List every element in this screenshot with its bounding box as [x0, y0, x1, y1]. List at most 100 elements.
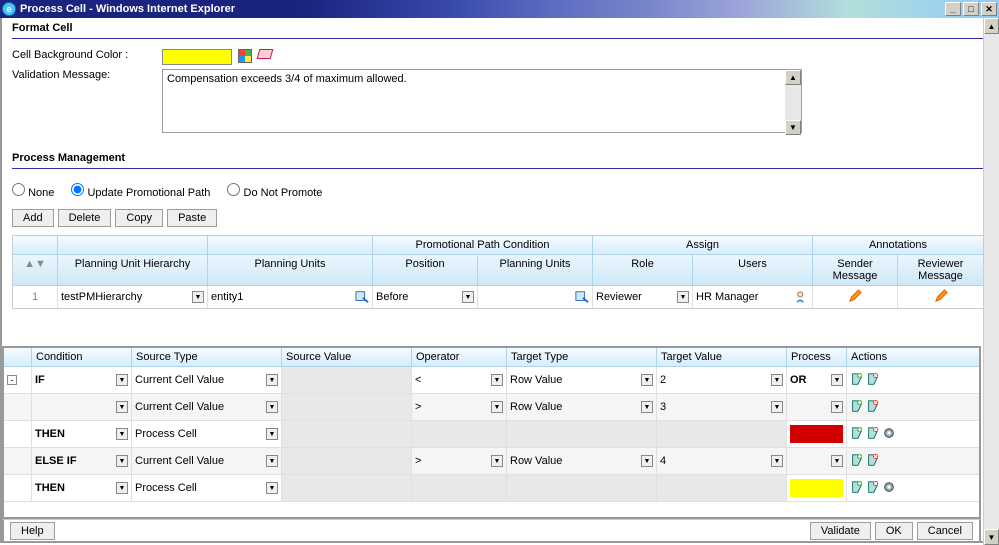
cell-source-value[interactable]: [282, 394, 412, 420]
process-color-swatch[interactable]: [790, 425, 843, 443]
col-process[interactable]: Process: [787, 348, 847, 366]
action-del-icon[interactable]: [866, 399, 880, 416]
palette-icon[interactable]: [238, 49, 252, 63]
cell-condition[interactable]: ▼: [32, 394, 132, 420]
cell-pu[interactable]: entity1: [208, 286, 373, 308]
dropdown-icon[interactable]: ▼: [116, 374, 128, 386]
dropdown-icon[interactable]: ▼: [266, 455, 278, 467]
dropdown-icon[interactable]: ▼: [641, 401, 653, 413]
col-source-type[interactable]: Source Type: [132, 348, 282, 366]
cell-target-type[interactable]: Row Value▼: [507, 394, 657, 420]
action-gear-icon[interactable]: [882, 426, 896, 443]
cell-source-type[interactable]: Current Cell Value▼: [132, 367, 282, 393]
collapse-icon[interactable]: -: [7, 375, 17, 385]
col-actions[interactable]: Actions: [847, 348, 927, 366]
cell-ppu[interactable]: [478, 286, 593, 308]
scroll-down-icon[interactable]: ▼: [785, 120, 801, 135]
cell-source-value[interactable]: [282, 448, 412, 474]
eraser-icon[interactable]: [257, 49, 274, 59]
cell-condition[interactable]: IF▼: [32, 367, 132, 393]
page-scrollbar[interactable]: ▲ ▼: [983, 18, 999, 545]
cell-target-value[interactable]: 2▼: [657, 367, 787, 393]
pencil-icon[interactable]: [934, 289, 948, 306]
action-add-icon[interactable]: [850, 480, 864, 497]
dropdown-icon[interactable]: ▼: [831, 455, 843, 467]
col-condition[interactable]: Condition: [32, 348, 132, 366]
dropdown-icon[interactable]: ▼: [266, 482, 278, 494]
action-add-icon[interactable]: [850, 372, 864, 389]
bg-color-swatch[interactable]: [162, 49, 232, 65]
dropdown-icon[interactable]: ▼: [462, 291, 474, 303]
col-users[interactable]: Users: [693, 255, 813, 285]
paste-button[interactable]: Paste: [167, 209, 217, 227]
cell-target-value[interactable]: [657, 421, 787, 447]
dropdown-icon[interactable]: ▼: [266, 374, 278, 386]
cell-target-value[interactable]: 3▼: [657, 394, 787, 420]
dropdown-icon[interactable]: ▼: [192, 291, 204, 303]
radio-none[interactable]: None: [12, 187, 54, 199]
dropdown-icon[interactable]: ▼: [491, 455, 503, 467]
cell-process[interactable]: OR▼: [787, 367, 847, 393]
sort-arrows[interactable]: ▲▼: [13, 255, 58, 285]
cell-target-value[interactable]: [657, 475, 787, 501]
cell-process[interactable]: [787, 421, 847, 447]
col-source-value[interactable]: Source Value: [282, 348, 412, 366]
cell-target-type[interactable]: [507, 475, 657, 501]
dropdown-icon[interactable]: ▼: [491, 374, 503, 386]
dropdown-icon[interactable]: ▼: [831, 401, 843, 413]
add-button[interactable]: Add: [12, 209, 54, 227]
dropdown-icon[interactable]: ▼: [771, 455, 783, 467]
dropdown-icon[interactable]: ▼: [641, 374, 653, 386]
cell-target-type[interactable]: Row Value▼: [507, 367, 657, 393]
cell-source-type[interactable]: Current Cell Value▼: [132, 448, 282, 474]
col-puh[interactable]: Planning Unit Hierarchy: [58, 255, 208, 285]
pencil-icon[interactable]: [848, 289, 862, 306]
action-del-icon[interactable]: [866, 453, 880, 470]
scroll-up-icon[interactable]: ▲: [984, 18, 999, 34]
dropdown-icon[interactable]: ▼: [266, 401, 278, 413]
cell-target-value[interactable]: 4▼: [657, 448, 787, 474]
cell-sender-msg[interactable]: [813, 286, 898, 308]
dropdown-icon[interactable]: ▼: [831, 374, 843, 386]
validation-textarea[interactable]: [162, 69, 802, 133]
dropdown-icon[interactable]: ▼: [641, 455, 653, 467]
cell-operator[interactable]: >▼: [412, 448, 507, 474]
cell-condition[interactable]: THEN▼: [32, 475, 132, 501]
col-sender-msg[interactable]: Sender Message: [813, 255, 898, 285]
minimize-button[interactable]: _: [945, 2, 961, 16]
col-target-type[interactable]: Target Type: [507, 348, 657, 366]
col-ppu[interactable]: Planning Units: [478, 255, 593, 285]
cell-puh[interactable]: testPMHierarchy▼: [58, 286, 208, 308]
cell-role[interactable]: Reviewer▼: [593, 286, 693, 308]
cell-source-type[interactable]: Process Cell▼: [132, 475, 282, 501]
dropdown-icon[interactable]: ▼: [771, 374, 783, 386]
maximize-button[interactable]: □: [963, 2, 979, 16]
cell-source-type[interactable]: Process Cell▼: [132, 421, 282, 447]
dropdown-icon[interactable]: ▼: [771, 401, 783, 413]
cancel-button[interactable]: Cancel: [917, 522, 973, 540]
cell-operator[interactable]: [412, 421, 507, 447]
delete-button[interactable]: Delete: [58, 209, 112, 227]
cell-operator[interactable]: <▼: [412, 367, 507, 393]
action-del-icon[interactable]: [866, 426, 880, 443]
expand-cell[interactable]: -: [4, 367, 32, 393]
textarea-scrollbar[interactable]: ▲ ▼: [785, 70, 801, 135]
validate-button[interactable]: Validate: [810, 522, 871, 540]
dropdown-icon[interactable]: ▼: [116, 455, 128, 467]
col-pu[interactable]: Planning Units: [208, 255, 373, 285]
action-del-icon[interactable]: [866, 480, 880, 497]
cell-reviewer-msg[interactable]: [898, 286, 983, 308]
cell-target-type[interactable]: Row Value▼: [507, 448, 657, 474]
cell-source-type[interactable]: Current Cell Value▼: [132, 394, 282, 420]
close-button[interactable]: ✕: [981, 2, 997, 16]
help-button[interactable]: Help: [10, 522, 55, 540]
action-add-icon[interactable]: [850, 453, 864, 470]
dropdown-icon[interactable]: ▼: [266, 428, 278, 440]
action-del-icon[interactable]: [866, 372, 880, 389]
copy-button[interactable]: Copy: [115, 209, 163, 227]
col-reviewer-msg[interactable]: Reviewer Message: [898, 255, 983, 285]
scroll-down-icon[interactable]: ▼: [984, 529, 999, 545]
cell-condition[interactable]: ELSE IF▼: [32, 448, 132, 474]
cell-source-value[interactable]: [282, 421, 412, 447]
ok-button[interactable]: OK: [875, 522, 913, 540]
